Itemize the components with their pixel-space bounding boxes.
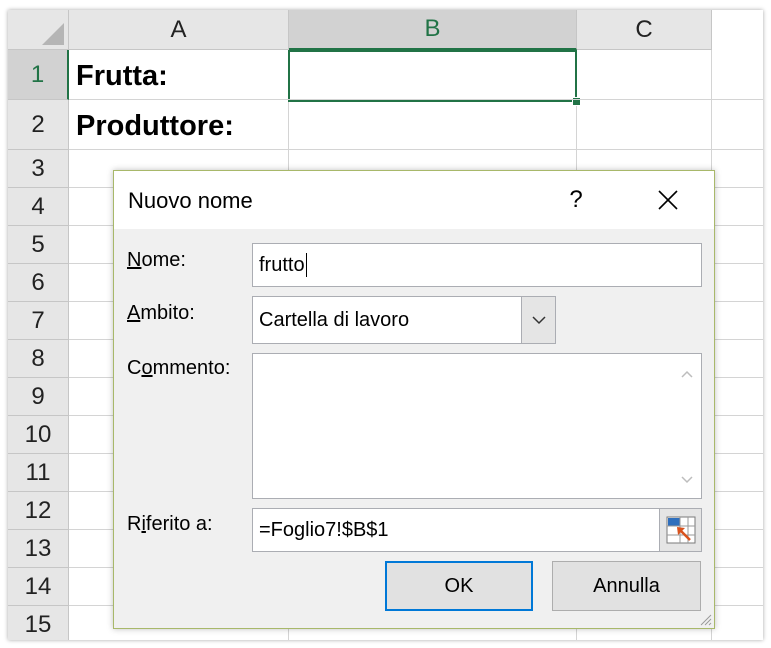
name-input[interactable]: frutto — [252, 243, 702, 287]
comment-textarea[interactable] — [252, 353, 702, 499]
close-button[interactable] — [644, 179, 692, 221]
row-header-11[interactable]: 11 — [8, 454, 69, 492]
chevron-down-icon — [531, 315, 546, 324]
ok-button[interactable]: OK — [385, 561, 533, 611]
name-input-value: frutto — [259, 253, 305, 276]
row-header-8[interactable]: 8 — [8, 340, 69, 378]
active-cell-b1[interactable] — [288, 50, 577, 102]
help-button[interactable]: ? — [554, 179, 598, 221]
row-header-6[interactable]: 6 — [8, 264, 69, 302]
row-header-14[interactable]: 14 — [8, 568, 69, 606]
chevron-down-icon — [681, 476, 693, 484]
cell-a2[interactable]: Produttore: — [76, 110, 234, 143]
close-icon — [658, 190, 678, 210]
select-all-triangle-icon — [42, 23, 64, 45]
row-header-7[interactable]: 7 — [8, 302, 69, 340]
refers-to-value: =Foglio7!$B$1 — [259, 518, 389, 541]
resize-grip-icon[interactable] — [698, 612, 712, 626]
gridline — [69, 149, 763, 150]
scope-select-value: Cartella di lavoro — [259, 308, 410, 331]
dialog-titlebar: Nuovo nome ? — [114, 171, 714, 229]
row-header-10[interactable]: 10 — [8, 416, 69, 454]
row-header-2[interactable]: 2 — [8, 100, 69, 150]
row-header-1[interactable]: 1 — [8, 50, 69, 100]
row-header-12[interactable]: 12 — [8, 492, 69, 530]
refers-to-input[interactable]: =Foglio7!$B$1 — [252, 508, 702, 552]
range-picker-button[interactable] — [659, 509, 701, 551]
scope-select[interactable]: Cartella di lavoro — [252, 296, 556, 344]
column-header-c[interactable]: C — [577, 10, 712, 50]
column-header-b[interactable]: B — [289, 10, 577, 50]
cancel-button[interactable]: Annulla — [552, 561, 701, 611]
chevron-up-icon — [681, 370, 693, 378]
comment-label: Commento: — [127, 357, 231, 379]
row-header-15[interactable]: 15 — [8, 606, 69, 640]
new-name-dialog: Nuovo nome ? Nome: frutto Ambito: Cartel… — [113, 170, 715, 629]
row-header-9[interactable]: 9 — [8, 378, 69, 416]
dialog-title: Nuovo nome — [128, 188, 253, 213]
scroll-up-button[interactable] — [677, 364, 697, 384]
text-caret — [305, 253, 307, 277]
column-header-a[interactable]: A — [69, 10, 289, 50]
row-header-4[interactable]: 4 — [8, 188, 69, 226]
dropdown-button[interactable] — [521, 297, 555, 343]
row-header-3[interactable]: 3 — [8, 150, 69, 188]
name-label: Nome: — [127, 249, 186, 271]
scroll-down-button[interactable] — [677, 470, 697, 490]
row-header-13[interactable]: 13 — [8, 530, 69, 568]
collapse-range-icon — [666, 516, 695, 544]
refers-to-label: Riferito a: — [127, 513, 213, 535]
select-all-corner[interactable] — [8, 10, 69, 50]
row-header-5[interactable]: 5 — [8, 226, 69, 264]
scope-label: Ambito: — [127, 302, 195, 324]
cell-a1[interactable]: Frutta: — [76, 60, 168, 93]
gridline — [69, 99, 763, 100]
